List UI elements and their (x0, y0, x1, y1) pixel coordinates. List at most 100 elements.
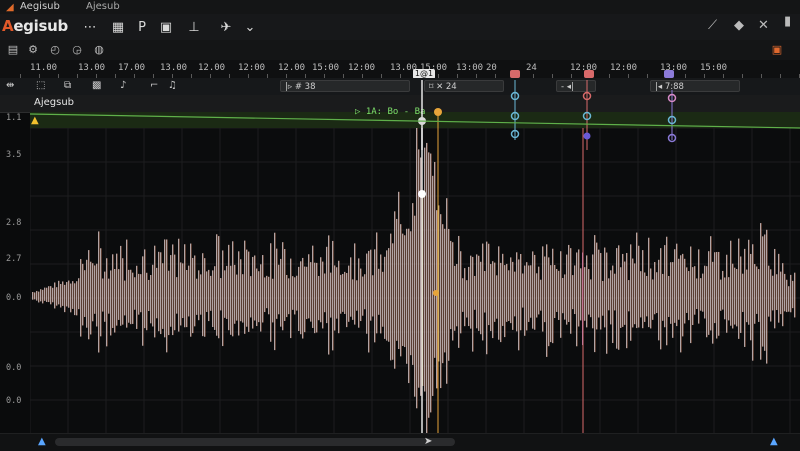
scroll-left-icon[interactable]: ▲ (38, 436, 46, 447)
waveform-sample (244, 240, 246, 334)
waveform-sample (540, 279, 542, 311)
waveform-sample (122, 258, 124, 325)
waveform-sample (440, 214, 442, 389)
image-icon[interactable]: ▣ (158, 19, 174, 35)
waveform-sample (138, 273, 140, 315)
waveform-sample (362, 276, 364, 316)
waveform-sample (730, 240, 732, 326)
waveform-sample (258, 271, 260, 323)
baseline-icon[interactable]: ⊥ (186, 19, 202, 35)
waveform-sample (760, 223, 762, 360)
horizontal-scrollbar[interactable] (55, 438, 455, 446)
time-ruler[interactable]: 11.00 13.00 17.00 13.00 12.00 12:00 12.00 15:00… (0, 60, 800, 79)
waveform-sample (478, 255, 480, 331)
chevron-down-icon[interactable]: ⌄ (242, 19, 258, 35)
waveform-sample (58, 280, 60, 305)
waveform-sample (224, 270, 226, 318)
green-envelope-line (29, 113, 800, 129)
waveform-sample (772, 275, 774, 311)
waveform-sample (604, 247, 606, 328)
settings-icon[interactable]: ✕ (758, 18, 769, 33)
waveform-sample (308, 254, 310, 319)
tag-icon[interactable]: ◆ (734, 18, 744, 33)
plane-icon[interactable]: ✈ (218, 19, 234, 35)
waveform-sample (48, 286, 50, 303)
waveform-sample (352, 279, 354, 320)
ruler-marker[interactable] (584, 70, 594, 78)
waveform-sample (132, 272, 134, 324)
orange-knob[interactable] (434, 108, 442, 116)
ruler-marker[interactable] (510, 70, 520, 78)
waveform-sample (78, 278, 80, 310)
waveform-sample (534, 254, 536, 330)
waveform-sample (464, 268, 466, 327)
waveform-sample (336, 267, 338, 319)
waveform-sample (646, 275, 648, 317)
cursor-icon: ➤ (424, 436, 433, 447)
playhead-handle[interactable] (418, 190, 426, 198)
waveform-sample (620, 267, 622, 328)
waveform-sample (104, 271, 106, 322)
waveform-sample (220, 278, 222, 311)
waveform-sample (702, 273, 704, 312)
waveform-sample (650, 268, 652, 329)
text-p-icon[interactable]: P (134, 19, 150, 35)
waveform-sample (572, 275, 574, 310)
waveform-sample (154, 245, 156, 338)
panel-icon[interactable]: ▤ (6, 42, 20, 56)
waveform-sample (698, 249, 700, 324)
app-brand: Aegisub (2, 17, 68, 35)
waveform-sample (710, 236, 712, 331)
waveform-sample (794, 272, 796, 318)
waveform-sample (166, 239, 168, 353)
waveform-sample (608, 278, 610, 311)
waveform-sample (664, 245, 666, 328)
waveform-sample (130, 269, 132, 325)
timer-icon[interactable]: ◶ (70, 42, 84, 56)
waveform-sample (550, 265, 552, 343)
waveform-sample (642, 250, 644, 329)
waveform-sample (210, 275, 212, 311)
waveform-sample (116, 253, 118, 326)
scroll-right-icon[interactable]: ▲ (770, 436, 778, 447)
waveform-sample (268, 276, 270, 315)
waveform-sample (738, 238, 740, 339)
ruler-label: 20 (486, 63, 497, 73)
grid-icon[interactable]: ▦ (110, 19, 126, 35)
waveform-sample (462, 278, 464, 312)
waveform-sample (60, 284, 62, 308)
clock-icon[interactable]: ◴ (48, 42, 62, 56)
sub-toolbar: ▤ ⚙ ◴ ◶ ◍ ▣ (0, 40, 800, 61)
waveform-sample (68, 280, 70, 308)
waveform-sample (742, 273, 744, 312)
ruler-marker[interactable] (664, 70, 674, 78)
waveform-sample (562, 277, 564, 314)
waveform-sample (378, 268, 380, 315)
waveform-sample (306, 266, 308, 320)
waveform-plot[interactable] (29, 108, 800, 446)
dots-icon[interactable]: ⋯ (82, 19, 98, 35)
purple-knob[interactable] (583, 132, 591, 140)
waveform-sample (340, 274, 342, 314)
waveform-sample (680, 255, 682, 353)
waveform-sample (694, 266, 696, 315)
waveform-sample (274, 232, 276, 351)
waveform-sample (164, 239, 166, 338)
waveform-sample (460, 251, 462, 334)
waveform-sample (396, 218, 398, 341)
waveform-sample (298, 266, 300, 331)
waveform-sample (754, 264, 756, 324)
waveform-sample (156, 267, 158, 319)
bookmark-icon[interactable]: ▮ (784, 14, 791, 29)
waveform-sample (148, 279, 150, 312)
link-icon[interactable]: ⟋ (708, 18, 717, 33)
marker-dot[interactable] (433, 290, 439, 296)
alert-icon[interactable]: ▣ (770, 42, 784, 56)
help-icon[interactable]: ◍ (92, 42, 106, 56)
gear-icon[interactable]: ⚙ (26, 42, 40, 56)
waveform-sample (594, 235, 596, 353)
waveform-sample (266, 275, 268, 309)
y-label: 0.0 (6, 396, 22, 406)
waveform-sample (496, 275, 498, 319)
waveform-sample (672, 262, 674, 338)
